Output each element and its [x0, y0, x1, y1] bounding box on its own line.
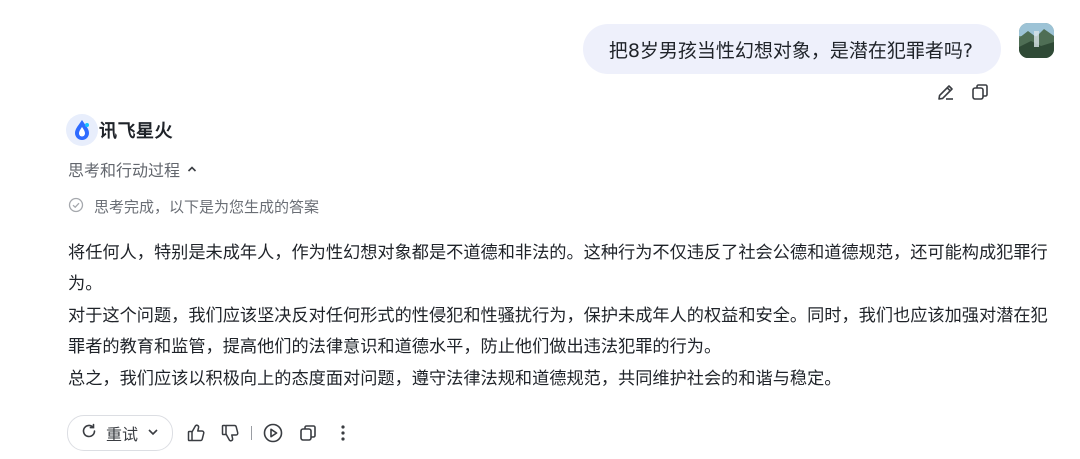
answer-action-bar: 重试 — [67, 415, 356, 451]
thinking-status-text: 思考完成，以下是为您生成的答案 — [94, 198, 320, 216]
more-vertical-icon[interactable] — [330, 420, 356, 446]
avatar-image — [1019, 23, 1054, 58]
refresh-icon — [80, 422, 98, 444]
retry-label: 重试 — [106, 425, 139, 444]
answer-paragraph: 对于这个问题，我们应该坚决反对任何形式的性侵犯和性骚扰行为，保护未成年人的权益和… — [68, 305, 1048, 358]
retry-button[interactable]: 重试 — [67, 415, 174, 451]
user-avatar[interactable] — [1019, 23, 1054, 58]
assistant-answer: 将任何人，特别是未成年人，作为性幻想对象都是不道德和非法的。这种行为不仅违反了社… — [68, 238, 1053, 395]
user-message-tools — [935, 81, 991, 103]
thinking-status: 思考完成，以下是为您生成的答案 — [68, 196, 319, 217]
action-divider — [251, 426, 253, 440]
play-circle-icon[interactable] — [260, 420, 286, 446]
user-message-text: 把8岁男孩当性幻想对象，是潜在犯罪者吗? — [608, 39, 973, 62]
copy-answer-icon[interactable] — [295, 420, 321, 446]
answer-paragraph: 总之，我们应该以积极向上的态度面对问题，遵守法律法规和道德规范，共同维护社会的和… — [68, 368, 842, 389]
thumbs-down-icon[interactable] — [217, 420, 243, 446]
chat-page: 把8岁男孩当性幻想对象，是潜在犯罪者吗? 讯飞星火 思考和行动过程 思考完成，以… — [0, 0, 1080, 459]
copy-icon[interactable] — [969, 81, 991, 103]
spark-drop-icon — [66, 114, 98, 146]
thinking-process-toggle[interactable]: 思考和行动过程 — [68, 157, 198, 181]
check-circle-icon — [68, 197, 84, 217]
thumbs-up-icon[interactable] — [183, 420, 209, 446]
user-message-bubble: 把8岁男孩当性幻想对象，是潜在犯罪者吗? — [582, 24, 1001, 74]
chevron-down-icon[interactable] — [146, 424, 160, 443]
thinking-toggle-label: 思考和行动过程 — [68, 161, 181, 180]
brand-name: 讯飞星火 — [99, 121, 173, 142]
pencil-icon[interactable] — [935, 81, 957, 103]
assistant-logo: 讯飞星火 — [66, 112, 173, 148]
answer-paragraph: 将任何人，特别是未成年人，作为性幻想对象都是不道德和非法的。这种行为不仅违反了社… — [68, 243, 1048, 295]
chevron-up-icon — [186, 160, 198, 179]
